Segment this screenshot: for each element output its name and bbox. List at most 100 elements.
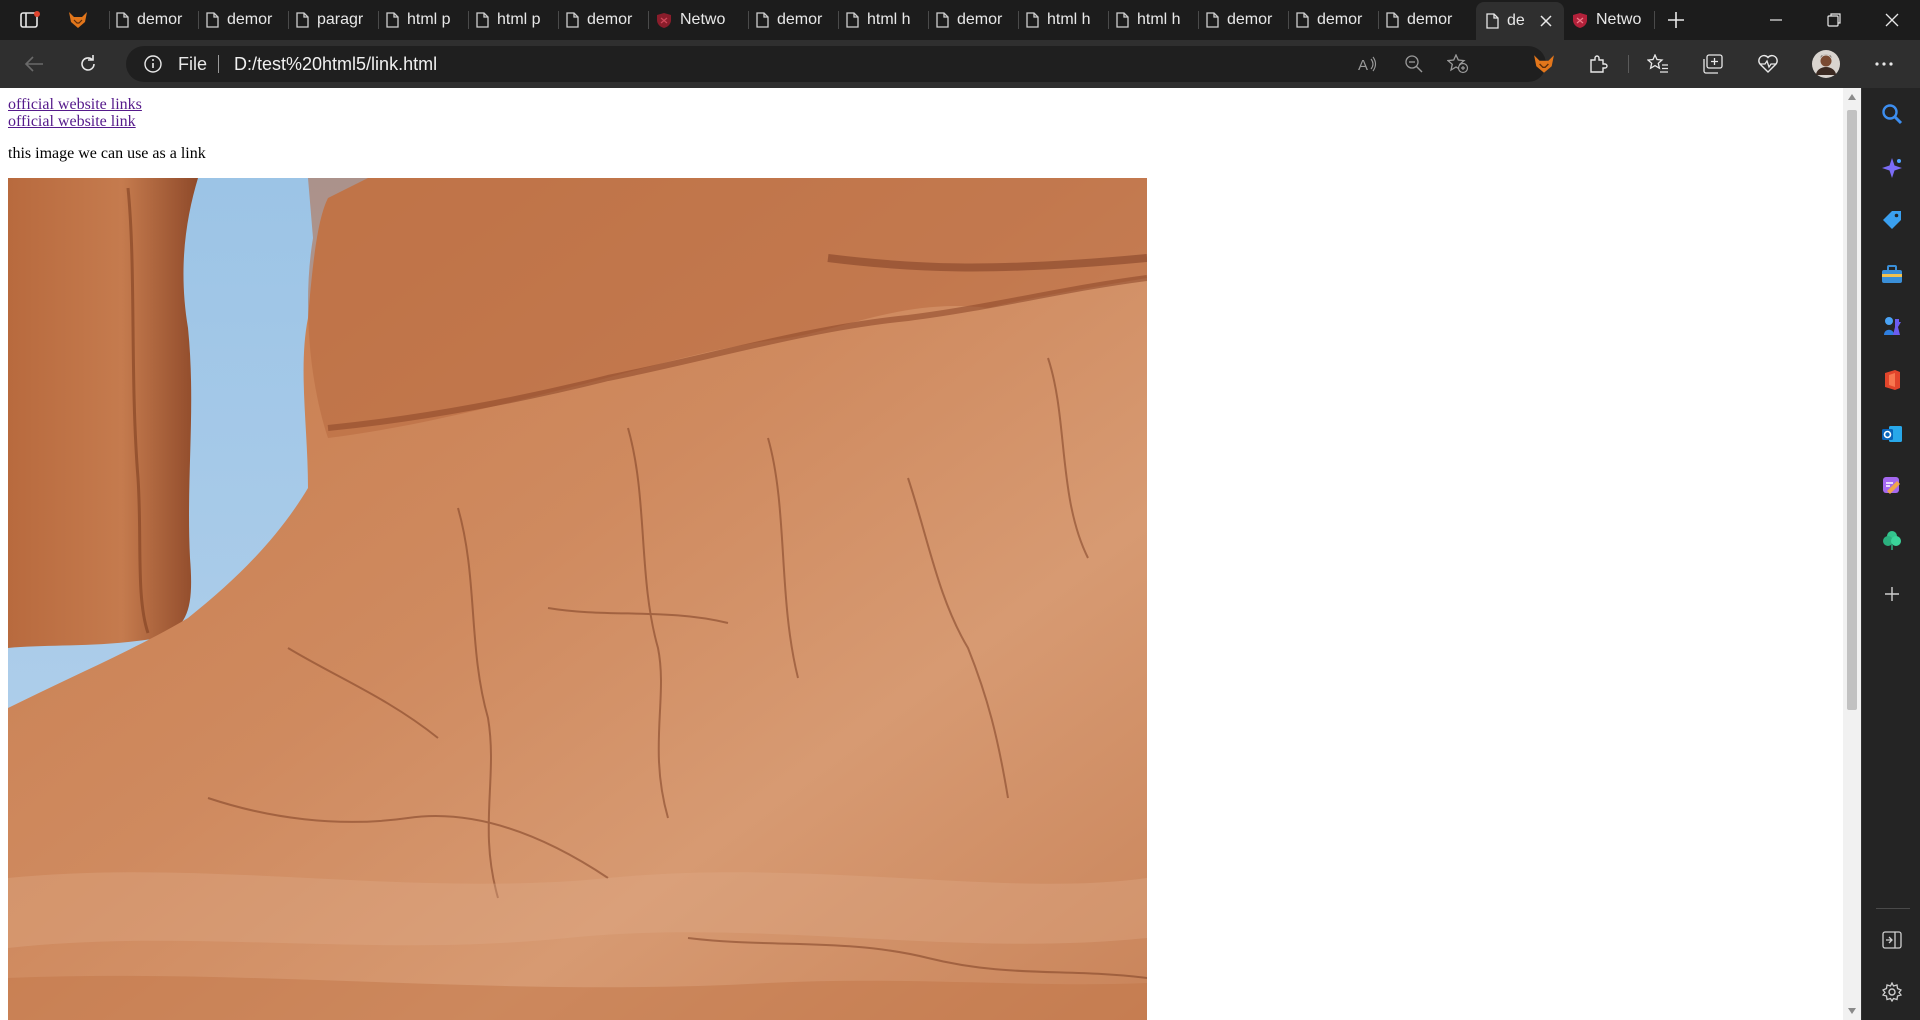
official-website-links-link[interactable]: official website links [8, 96, 142, 114]
tab-3[interactable]: paragr [296, 4, 372, 36]
document-icon [296, 12, 309, 28]
tab-title: html p [407, 11, 451, 28]
tab-2[interactable]: demor [206, 4, 282, 36]
tab-title: demor [777, 11, 823, 28]
document-icon [1296, 12, 1309, 28]
address-bar[interactable]: File D:/test%20html5/link.html A [126, 46, 1546, 82]
tab-title: paragr [317, 11, 364, 28]
edge-sidebar [1861, 88, 1920, 1020]
collections-button[interactable] [1697, 48, 1729, 80]
read-aloud-button[interactable]: A [1356, 52, 1380, 76]
tab-12[interactable]: html h [1116, 4, 1192, 36]
tab-13[interactable]: demor [1206, 4, 1282, 36]
tab-actions-button[interactable] [14, 6, 46, 34]
tab-9[interactable]: html h [846, 4, 922, 36]
star-add-icon [1447, 54, 1469, 74]
designer-icon [1883, 477, 1900, 494]
shield-icon [657, 12, 671, 28]
sidebar-designer-button[interactable] [1876, 470, 1908, 502]
sidebar-tools-button[interactable] [1876, 258, 1908, 290]
tab-11[interactable]: html h [1026, 4, 1102, 36]
tab-title: html h [1137, 11, 1181, 28]
tab-14[interactable]: demor [1296, 4, 1372, 36]
sidebar-settings-button[interactable] [1876, 976, 1908, 1008]
sidebar-games-button[interactable] [1876, 310, 1908, 342]
extensions-button[interactable] [1582, 48, 1614, 80]
tab-10[interactable]: demor [936, 4, 1012, 36]
restore-icon [1827, 13, 1841, 27]
close-window-button[interactable] [1864, 0, 1920, 40]
tab-6[interactable]: demor [566, 4, 642, 36]
tab-1[interactable]: demor [116, 4, 192, 36]
sidebar-add-button[interactable] [1876, 578, 1908, 610]
metamask-extension-button[interactable] [1528, 48, 1560, 80]
scrollbar-thumb[interactable] [1847, 110, 1857, 710]
sidebar-search-button[interactable] [1876, 98, 1908, 130]
document-icon [1486, 13, 1499, 29]
tab-title: html h [1047, 11, 1091, 28]
sidebar-outlook-button[interactable] [1876, 418, 1908, 450]
favorites-button[interactable] [1642, 48, 1674, 80]
add-favorite-button[interactable] [1446, 52, 1470, 76]
tab-17[interactable]: Netwo [1572, 4, 1652, 36]
back-button[interactable] [18, 48, 50, 80]
url-text[interactable]: D:/test%20html5/link.html [234, 54, 437, 75]
zoom-out-button[interactable] [1402, 52, 1426, 76]
sidebar-office-button[interactable] [1876, 364, 1908, 396]
tab-title: demor [1227, 11, 1273, 28]
restore-button[interactable] [1806, 0, 1862, 40]
desert-cliff-image[interactable] [8, 178, 1147, 1020]
info-icon[interactable] [144, 55, 162, 73]
sidebar-copilot-button[interactable] [1876, 152, 1908, 184]
browser-essentials-button[interactable] [1752, 48, 1784, 80]
document-icon [476, 12, 489, 28]
document-icon [566, 12, 579, 28]
scheme-label: File [178, 54, 208, 74]
minimize-button[interactable] [1748, 0, 1804, 40]
toolbar-divider [1628, 55, 1629, 73]
document-icon [1386, 12, 1399, 28]
svg-text:A: A [1358, 57, 1368, 72]
tab-5[interactable]: html p [476, 4, 552, 36]
profile-button[interactable] [1810, 48, 1842, 80]
chess-piece-icon [1884, 317, 1901, 335]
web-page: official website links official website … [0, 88, 1843, 1020]
document-icon [756, 12, 769, 28]
tab-fox[interactable] [68, 4, 100, 36]
new-tab-button[interactable] [1660, 4, 1692, 36]
vertical-scrollbar[interactable] [1843, 88, 1861, 1020]
settings-more-button[interactable] [1868, 48, 1900, 80]
tab-7[interactable]: Netwo [656, 4, 742, 36]
tab-16-active[interactable]: de [1476, 2, 1564, 40]
sidebar-drop-button[interactable] [1876, 524, 1908, 556]
scroll-up-arrow-icon[interactable] [1848, 94, 1856, 100]
back-arrow-icon [24, 56, 43, 72]
tab-15[interactable]: demor [1386, 4, 1462, 36]
heart-pulse-icon [1758, 54, 1778, 73]
minimize-icon [1770, 19, 1782, 21]
toolbar: File D:/test%20html5/link.html A [0, 40, 1920, 88]
tab-8[interactable]: demor [756, 4, 832, 36]
tab-title: demor [137, 11, 183, 28]
close-icon [1540, 15, 1552, 27]
refresh-button[interactable] [72, 48, 104, 80]
document-icon [386, 12, 399, 28]
tab-close-button[interactable] [1537, 12, 1555, 30]
sidebar-collapse-icon [1882, 931, 1902, 949]
document-icon [1026, 12, 1039, 28]
image-caption: this image we can use as a link [8, 145, 206, 162]
scroll-down-arrow-icon[interactable] [1848, 1008, 1856, 1014]
official-website-link[interactable]: official website link [8, 113, 136, 131]
tag-icon [1883, 211, 1901, 229]
document-icon [1206, 12, 1219, 28]
sidebar-hide-button[interactable] [1876, 924, 1908, 956]
document-icon [116, 12, 129, 28]
tab-title: html p [497, 11, 541, 28]
search-icon [1882, 104, 1903, 125]
sidebar-shopping-button[interactable] [1876, 204, 1908, 236]
address-divider [218, 55, 219, 73]
document-icon [936, 12, 949, 28]
plus-icon [1885, 587, 1899, 601]
tab-4[interactable]: html p [386, 4, 462, 36]
tree-icon [1883, 531, 1901, 550]
